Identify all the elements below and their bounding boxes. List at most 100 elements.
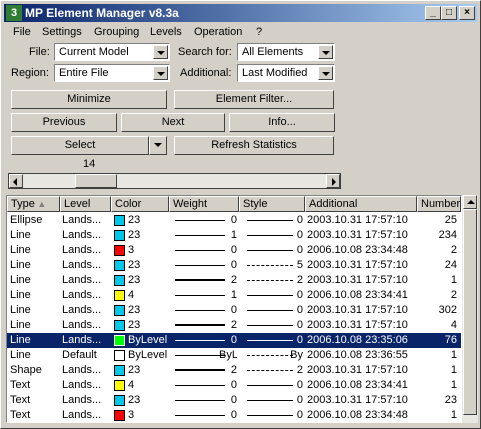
column-header-type[interactable]: Type ▲ — [7, 196, 60, 212]
cell-weight: 0 — [230, 214, 237, 226]
table-row[interactable]: Line Default ByLevel ByL By 2006.10.08 23:36:… — [7, 348, 461, 363]
menu-operation[interactable]: Operation — [194, 26, 242, 38]
table-row[interactable]: Line Lands... 23 2 2 2003.10.31 17:57:10 1 — [7, 273, 461, 288]
table-row[interactable]: Line Lands... 23 1 0 2003.10.31 17:57:10 234 — [7, 228, 461, 243]
element-filter-button[interactable]: Element Filter... — [174, 90, 334, 109]
scroll-right-icon[interactable] — [326, 174, 340, 188]
cell-type: Shape — [10, 364, 42, 376]
vertical-scrollbar[interactable] — [462, 195, 478, 423]
table-row[interactable]: Text Lands... 23 0 0 2003.10.31 17:57:10 23 — [7, 393, 461, 408]
select-dropdown-button[interactable] — [149, 136, 167, 155]
cell-style: 2 — [296, 274, 303, 286]
cell-color: 23 — [128, 364, 141, 376]
chevron-down-icon — [318, 45, 333, 59]
column-header-weight[interactable]: Weight — [169, 196, 239, 212]
cell-color: 4 — [128, 289, 135, 301]
cell-weight: 1 — [230, 289, 237, 301]
table-row[interactable]: Ellipse Lands... 23 0 0 2003.10.31 17:57:10 25 — [7, 213, 461, 228]
column-header-number[interactable]: Number — [417, 196, 461, 212]
cell-level: Lands... — [62, 304, 102, 316]
weight-sample-line — [175, 220, 225, 221]
cell-style: 0 — [296, 229, 303, 241]
cell-weight: 0 — [230, 304, 237, 316]
menu-settings[interactable]: Settings — [42, 26, 82, 38]
cell-level: Lands... — [62, 229, 102, 241]
menu-levels[interactable]: Levels — [150, 26, 182, 38]
weight-sample-line — [175, 310, 225, 311]
previous-button[interactable]: Previous — [11, 113, 117, 132]
region-select[interactable]: Entire File — [54, 64, 170, 82]
table-row[interactable]: Line Lands... 3 0 0 2006.10.08 23:34:48 2 — [7, 243, 461, 258]
close-window-button[interactable]: × — [459, 6, 475, 20]
cell-additional: 2003.10.31 17:57:10 — [307, 364, 408, 376]
cell-style: 0 — [296, 304, 303, 316]
cell-style: 0 — [296, 289, 303, 301]
cell-type: Line — [10, 259, 31, 271]
column-header-color[interactable]: Color — [111, 196, 169, 212]
table-row[interactable]: Line Lands... 4 1 0 2006.10.08 23:34:41 2 — [7, 288, 461, 303]
cell-type: Line — [10, 289, 31, 301]
cell-type: Line — [10, 274, 31, 286]
cell-weight: 0 — [230, 409, 237, 421]
table-row[interactable]: Text Lands... 4 0 0 2006.10.08 23:34:41 1 — [7, 378, 461, 393]
table-row[interactable]: Line Lands... 23 0 0 2003.10.31 17:57:10 302 — [7, 303, 461, 318]
cell-weight: 2 — [230, 274, 237, 286]
cell-level: Lands... — [62, 289, 102, 301]
search-for-select[interactable]: All Elements — [237, 43, 335, 61]
column-header-additional[interactable]: Additional — [305, 196, 417, 212]
color-swatch-icon — [114, 245, 125, 256]
cell-style: 0 — [296, 394, 303, 406]
table-row[interactable]: Line Lands... 23 0 5 2003.10.31 17:57:10 24 — [7, 258, 461, 273]
scroll-left-icon[interactable] — [9, 174, 23, 188]
weight-sample-line — [175, 324, 225, 326]
additional-select[interactable]: Last Modified — [237, 64, 335, 82]
app-icon: 3 — [6, 5, 22, 21]
column-header-style[interactable]: Style — [239, 196, 305, 212]
refresh-statistics-button[interactable]: Refresh Statistics — [174, 136, 334, 155]
menu-file[interactable]: File — [13, 26, 31, 38]
table-row[interactable]: Shape Lands... 23 2 2 2003.10.31 17:57:10 1 — [7, 363, 461, 378]
menu-help[interactable]: ? — [256, 26, 262, 38]
info-button[interactable]: Info... — [229, 113, 335, 132]
cell-type: Line — [10, 229, 31, 241]
cell-weight: 1 — [230, 229, 237, 241]
color-swatch-icon — [114, 365, 125, 376]
title-bar[interactable]: 3 MP Element Manager v8.3a _ □ × — [4, 4, 477, 22]
cell-type: Line — [10, 244, 31, 256]
next-button[interactable]: Next — [121, 113, 225, 132]
chevron-down-icon — [154, 143, 162, 147]
column-header-level[interactable]: Level — [60, 196, 111, 212]
maximize-window-button[interactable]: □ — [441, 6, 457, 20]
table-row[interactable]: Line Lands... ByLevel 0 0 2006.10.08 23:35:06… — [7, 333, 461, 348]
select-button[interactable]: Select — [11, 136, 149, 155]
weight-sample-line — [175, 235, 225, 236]
cell-number: 2 — [450, 244, 457, 256]
cell-number: 1 — [450, 274, 457, 286]
cell-weight: 0 — [230, 259, 237, 271]
scroll-up-icon[interactable] — [463, 195, 477, 209]
minimize-window-button[interactable]: _ — [425, 6, 441, 20]
weight-sample-line — [175, 279, 225, 281]
cell-additional: 2003.10.31 17:57:10 — [307, 304, 408, 316]
cell-color: 3 — [128, 244, 135, 256]
table-row[interactable]: Text Lands... 3 0 0 2006.10.08 23:34:48 1 — [7, 408, 461, 422]
cell-weight: 0 — [230, 394, 237, 406]
search-for-value: All Elements — [242, 46, 304, 58]
color-swatch-icon — [114, 275, 125, 286]
cell-number: 1 — [450, 409, 457, 421]
cell-type: Text — [10, 394, 31, 406]
table-row[interactable]: Line Lands... 23 2 0 2003.10.31 17:57:10 4 — [7, 318, 461, 333]
cell-additional: 2006.10.08 23:34:48 — [307, 409, 408, 421]
minimize-button[interactable]: Minimize — [11, 90, 167, 109]
element-list[interactable]: Type ▲ Level Color Weight Style Addition… — [6, 195, 462, 423]
cell-weight: 0 — [230, 334, 237, 346]
horizontal-scrollbar[interactable] — [8, 173, 341, 189]
menu-grouping[interactable]: Grouping — [94, 26, 139, 38]
scroll-thumb[interactable] — [75, 174, 117, 188]
file-select[interactable]: Current Model — [54, 43, 170, 61]
vertical-scroll-thumb[interactable] — [463, 209, 477, 415]
cell-color: 23 — [128, 304, 141, 316]
cell-level: Lands... — [62, 259, 102, 271]
chevron-down-icon — [318, 66, 333, 80]
weight-sample-line — [175, 415, 225, 416]
